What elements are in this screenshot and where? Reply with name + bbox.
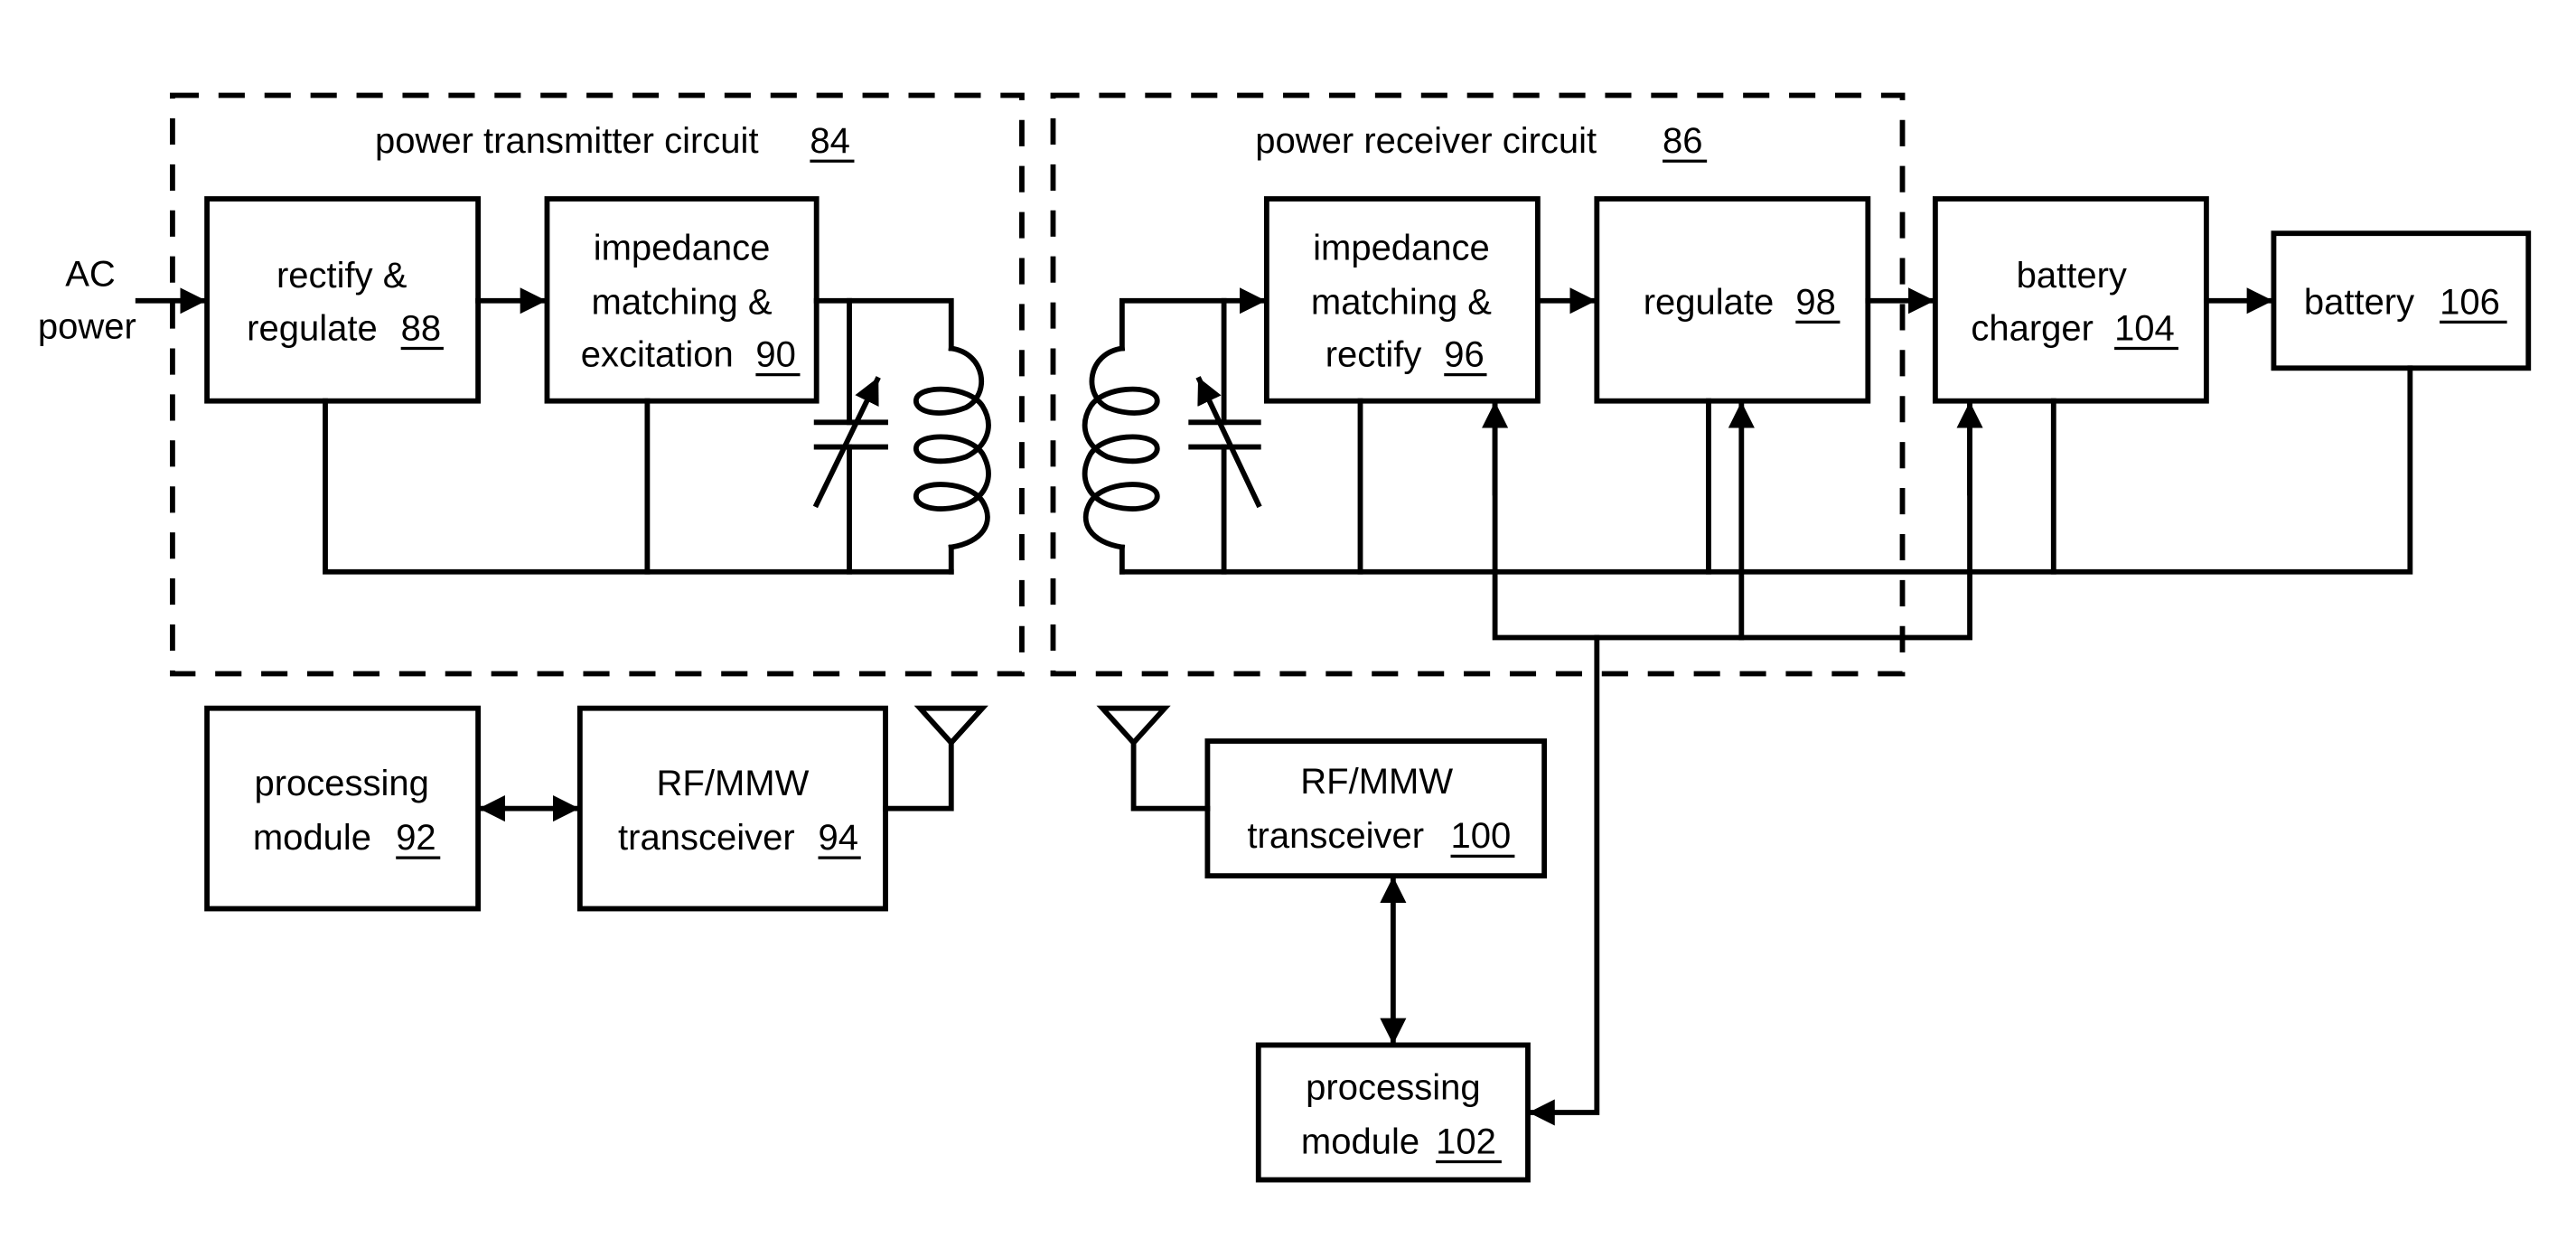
processing-module-tx-block[interactable]: processing module 92 <box>204 705 482 912</box>
block-ref: 92 <box>396 818 436 858</box>
block-text: rectify <box>1325 334 1422 374</box>
battery-block[interactable]: battery 106 <box>2271 230 2532 371</box>
block-text: RF/MMW <box>1300 762 1453 802</box>
block-text: charger <box>1971 308 2094 348</box>
block-text: processing <box>254 764 428 803</box>
rf-transceiver-rx-block[interactable]: RF/MMW transceiver 100 <box>1204 738 1548 879</box>
processing-module-rx-block[interactable]: processing module 102 <box>1255 1042 1531 1183</box>
receiver-group-ref: 86 <box>1663 121 1702 161</box>
block-text: module <box>253 818 371 858</box>
rf-transceiver-tx-block[interactable]: RF/MMW transceiver 94 <box>576 705 888 912</box>
block-ref: 100 <box>1451 816 1512 856</box>
transmitter-group-ref: 84 <box>810 121 850 161</box>
control-bus <box>1492 401 1972 641</box>
coil-rx-icon <box>1082 345 1160 550</box>
block-text: impedance <box>594 228 771 268</box>
block-ref: 88 <box>401 308 442 348</box>
block-text: matching & <box>1311 282 1492 322</box>
block-text: RF/MMW <box>657 764 810 803</box>
antenna-rx-icon <box>1096 705 1171 747</box>
coil-tx-icon <box>913 345 991 550</box>
block-text: battery <box>2017 256 2127 296</box>
ac-power-label-line1: AC <box>65 254 116 294</box>
block-text: rectify & <box>276 256 407 296</box>
block-ref: 90 <box>755 334 795 374</box>
block-text: processing <box>1306 1067 1480 1107</box>
block-text: transceiver <box>618 818 795 858</box>
block-text: transceiver <box>1247 816 1424 856</box>
receiver-group-label: power receiver circuit <box>1255 121 1597 161</box>
block-text: module <box>1301 1122 1419 1161</box>
block-ref: 104 <box>2114 308 2175 348</box>
block-text: regulate <box>1644 282 1775 322</box>
tx-tank-wire <box>813 297 954 352</box>
transmitter-group-label: power transmitter circuit <box>375 121 759 161</box>
regulate-block[interactable]: regulate 98 <box>1594 196 1871 404</box>
impedance-rectify-block[interactable]: impedance matching & rectify 96 <box>1263 196 1541 404</box>
block-ref: 106 <box>2440 282 2500 322</box>
block-text: impedance <box>1313 228 1490 268</box>
block-text: matching & <box>592 282 773 322</box>
impedance-excitation-block[interactable]: impedance matching & excitation 90 <box>544 196 820 404</box>
ac-power-label-line2: power <box>38 307 136 347</box>
antenna-rx-feed <box>1130 739 1211 812</box>
block-ref: 98 <box>1795 282 1836 322</box>
battery-charger-block[interactable]: battery charger 104 <box>1932 196 2209 404</box>
rx-tank-wire <box>1119 287 1267 352</box>
wireless-power-diagram: power transmitter circuit 84 power recei… <box>38 92 2532 1183</box>
block-text: excitation <box>581 334 734 374</box>
block-ref: 96 <box>1444 334 1485 374</box>
antenna-tx-icon <box>913 705 988 747</box>
block-text: battery <box>2304 282 2414 322</box>
block-ref: 94 <box>818 818 858 858</box>
rectify-regulate-block[interactable]: rectify & regulate 88 <box>204 196 482 404</box>
block-text: regulate <box>247 308 378 348</box>
antenna-tx-feed <box>883 739 954 812</box>
block-ref: 102 <box>1436 1122 1496 1161</box>
